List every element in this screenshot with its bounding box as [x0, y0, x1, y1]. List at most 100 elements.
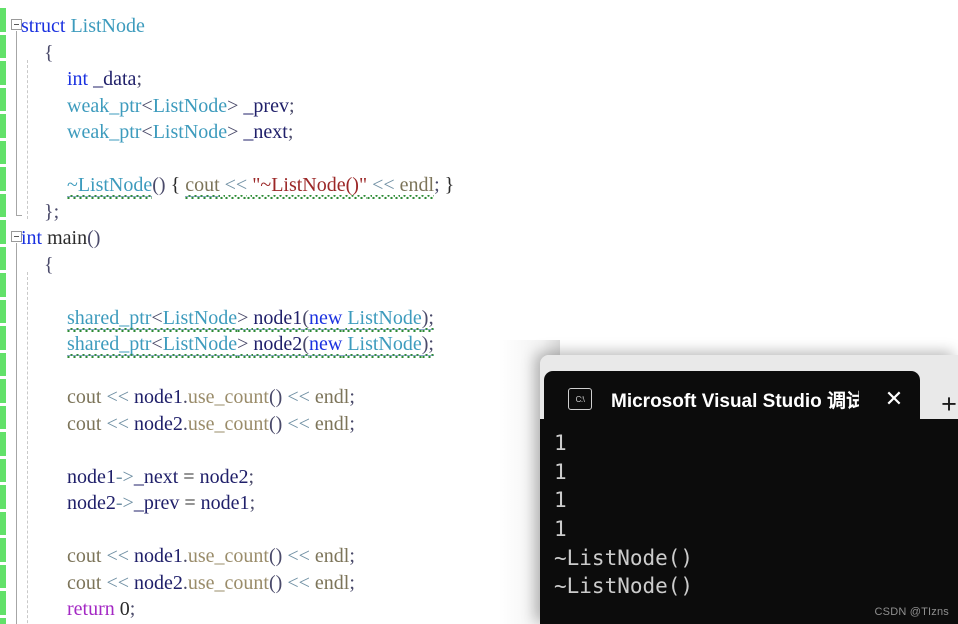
new-tab-icon[interactable]: +: [936, 391, 958, 418]
code-token: ->: [115, 492, 134, 514]
code-line[interactable]: {: [0, 40, 958, 67]
code-token: );: [421, 333, 434, 356]
console-tab-title: Microsoft Visual Studio 调试控: [611, 390, 859, 412]
code-token: [220, 174, 225, 196]
code-token: _next: [133, 465, 179, 488]
code-token: _prev: [133, 492, 180, 514]
code-token: node2: [253, 333, 303, 356]
console-output-line: 1: [554, 431, 567, 455]
code-line[interactable]: };: [0, 199, 958, 226]
code-token: ListNode: [162, 306, 238, 330]
code-token: use_count: [187, 412, 269, 435]
code-token: cout: [67, 386, 102, 408]
code-token: ~ListNode: [67, 174, 153, 197]
screenshot-root: struct ListNode{int _data; weak_ptr<ListN…: [0, 0, 958, 624]
console-output-line: 1: [554, 517, 567, 542]
code-token: (: [302, 333, 309, 356]
code-token: _next: [243, 121, 288, 143]
code-token: (): [268, 571, 283, 594]
code-token: node2: [134, 571, 183, 594]
code-line[interactable]: int _data;: [0, 66, 958, 93]
code-token: >: [237, 333, 249, 356]
code-token: ;: [349, 545, 355, 567]
code-token: ;: [287, 121, 294, 143]
code-token: cout: [67, 412, 102, 435]
code-line[interactable]: shared_ptr<ListNode> node1(new ListNode)…: [0, 305, 958, 332]
code-token: new: [308, 306, 343, 330]
code-token: ;: [248, 465, 255, 488]
code-token: ListNode: [152, 121, 228, 143]
code-token: weak_ptr: [67, 94, 142, 117]
code-token: node1: [253, 306, 303, 330]
code-token: <: [151, 333, 163, 356]
code-token: endl: [314, 412, 350, 435]
console-output-line: ~ListNode(): [554, 574, 694, 599]
code-line[interactable]: int main(): [0, 225, 958, 252]
console-tabstrip[interactable]: C:\ Microsoft Visual Studio 调试控 ✕ +: [540, 363, 958, 427]
code-token: ;: [129, 598, 136, 620]
console-output-line: ~ListNode(): [554, 545, 694, 570]
code-token: <<: [287, 571, 310, 594]
code-token: endl: [314, 571, 350, 594]
code-token: ListNode: [152, 94, 228, 117]
code-token: cout: [185, 174, 220, 197]
code-token: ListNode: [347, 333, 422, 356]
code-token: <<: [106, 386, 129, 408]
code-token: return: [67, 598, 115, 620]
code-line[interactable]: ~ListNode() { cout << "~ListNode()" << e…: [0, 172, 958, 199]
code-token: =: [179, 492, 201, 514]
code-token: <<: [372, 174, 395, 196]
code-token: use_count: [187, 545, 269, 567]
code-token: endl: [399, 174, 435, 196]
code-token: >: [227, 121, 239, 143]
code-token: <<: [106, 545, 129, 567]
code-token: <<: [287, 412, 310, 435]
code-token: struct: [21, 15, 66, 37]
code-token: ;: [349, 386, 355, 408]
code-line[interactable]: [0, 146, 958, 173]
code-token: 0: [119, 598, 130, 620]
code-token: weak_ptr: [67, 121, 142, 143]
code-line[interactable]: {: [0, 252, 958, 279]
code-token: ->: [115, 465, 134, 488]
code-token: ;: [349, 412, 355, 435]
code-token: shared_ptr: [67, 306, 152, 330]
code-token: node2: [134, 412, 183, 435]
code-token: int: [21, 227, 43, 249]
code-token: <<: [287, 545, 310, 567]
code-token: _data: [93, 68, 137, 90]
code-line[interactable]: shared_ptr<ListNode> node2(new ListNode)…: [0, 331, 958, 358]
console-output-line: 1: [554, 488, 567, 513]
code-line[interactable]: weak_ptr<ListNode> _next;: [0, 119, 958, 146]
close-icon[interactable]: ✕: [882, 387, 906, 411]
code-token: "~ListNode()": [252, 174, 368, 196]
watermark-label: CSDN @TIzns: [874, 606, 949, 618]
code-token: );: [421, 306, 434, 330]
code-token: ;: [349, 571, 355, 594]
code-token: node1: [134, 545, 183, 567]
code-token: (): [152, 174, 166, 196]
code-token: <: [141, 121, 153, 143]
code-token: >: [227, 94, 239, 117]
code-line[interactable]: [0, 278, 958, 305]
console-output-line: 1: [554, 459, 567, 484]
code-token: ListNode: [347, 306, 422, 330]
code-line[interactable]: struct ListNode: [0, 13, 958, 40]
code-token: ListNode: [162, 333, 238, 356]
code-token: }: [439, 174, 455, 196]
code-token: (): [268, 386, 283, 408]
code-token: <<: [106, 571, 129, 594]
code-token: <<: [224, 174, 248, 196]
console-output[interactable]: 1 1 1 1 ~ListNode() ~ListNode(): [540, 419, 958, 624]
code-token: >: [237, 306, 249, 330]
code-token: main: [47, 227, 88, 249]
code-token: {: [44, 41, 54, 64]
code-token: };: [44, 200, 60, 223]
code-token: <<: [106, 412, 129, 435]
code-line[interactable]: weak_ptr<ListNode> _prev;: [0, 93, 958, 120]
console-window[interactable]: C:\ Microsoft Visual Studio 调试控 ✕ + 1111…: [540, 355, 958, 624]
code-token: node2: [199, 465, 249, 488]
code-token: node1: [134, 386, 183, 408]
code-token: endl: [314, 386, 350, 408]
code-token: shared_ptr: [67, 333, 152, 356]
